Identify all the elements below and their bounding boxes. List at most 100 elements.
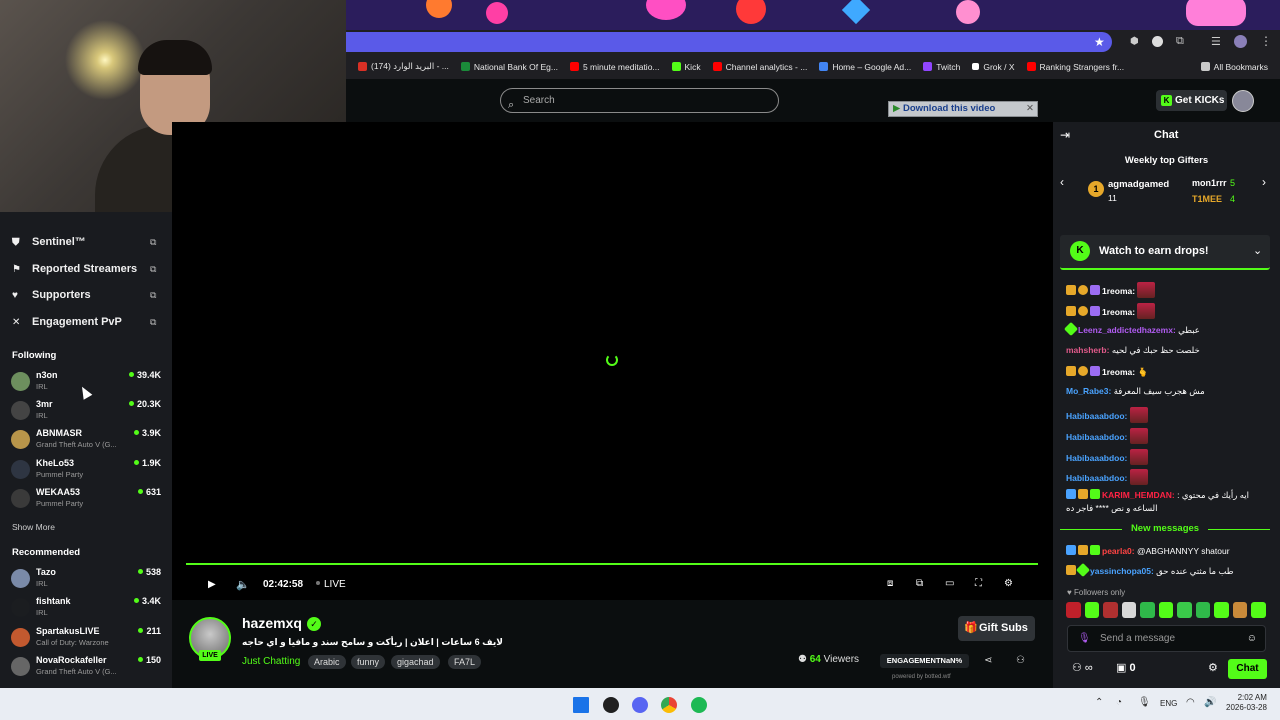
windows-start-icon[interactable]: [573, 697, 589, 713]
chat-settings-gear-icon[interactable]: ⚙: [1208, 661, 1218, 674]
bookmark-item[interactable]: Home – Google Ad...: [819, 62, 911, 72]
share-icon[interactable]: ⋖: [984, 655, 992, 666]
settings-gear-icon[interactable]: ⚙: [1004, 578, 1013, 589]
puzzle-icon[interactable]: ⧉: [1176, 35, 1184, 48]
chevron-right-icon[interactable]: ›: [1262, 175, 1266, 189]
gift-subs-button[interactable]: 🎁 Gift Subs: [958, 616, 1035, 641]
volume-icon[interactable]: 🔈: [236, 578, 250, 591]
emote-icon[interactable]: [1158, 602, 1174, 618]
following-channel[interactable]: KheLo53 Pummel Party 1.9K: [11, 458, 161, 484]
new-messages-divider[interactable]: New messages: [1060, 523, 1270, 535]
chat-username[interactable]: 1reoma:: [1102, 307, 1135, 317]
microphone-icon[interactable]: 🎙: [1138, 697, 1151, 708]
recommended-channel[interactable]: NovaRockafeller Grand Theft Auto V (G...…: [11, 655, 161, 681]
wifi-icon[interactable]: ◠: [1186, 697, 1195, 708]
tag-chip[interactable]: funny: [351, 655, 386, 669]
drops-banner[interactable]: K Watch to earn drops! ⌄: [1060, 235, 1270, 270]
chat-username[interactable]: Habibaaabdoo:: [1066, 473, 1127, 483]
chat-username[interactable]: 1reoma:: [1102, 286, 1135, 296]
tab-list-icon[interactable]: ☰: [1211, 35, 1221, 48]
chat-username[interactable]: mahsherb:: [1066, 345, 1109, 355]
app-icon[interactable]: [603, 697, 619, 713]
chat-username[interactable]: Habibaaabdoo:: [1066, 411, 1127, 421]
system-clock[interactable]: 2:02 AM 2026-03-28: [1226, 693, 1267, 713]
browser-menu-icon[interactable]: ⋮: [1260, 34, 1272, 48]
kick-points-icon[interactable]: ⚇ ∞: [1072, 661, 1093, 674]
emote-icon[interactable]: [1214, 602, 1229, 618]
chat-username[interactable]: Leenz_addictedhazemx:: [1078, 325, 1176, 335]
chat-username[interactable]: 1reoma:: [1102, 367, 1135, 377]
video-progress-bar[interactable]: [186, 563, 1038, 565]
following-channel[interactable]: 3mr IRL 20.3K: [11, 399, 161, 425]
bookmark-item[interactable]: Channel analytics - ...: [712, 62, 807, 72]
emote-icon[interactable]: [1232, 602, 1248, 618]
bookmark-item[interactable]: National Bank Of Eg...: [460, 62, 558, 72]
theater-mode-icon[interactable]: ▭: [945, 578, 954, 589]
microphone-icon[interactable]: 🎙: [1078, 626, 1091, 651]
tag-chip[interactable]: FA7L: [448, 655, 482, 669]
emote-icon[interactable]: [1103, 602, 1118, 618]
following-channel[interactable]: WEKAA53 Pummel Party 631: [11, 487, 161, 513]
sidebar-item-reported-streamers[interactable]: ⚑ Reported Streamers: [12, 263, 137, 275]
emote-icon[interactable]: [1251, 602, 1267, 618]
tag-chip[interactable]: gigachad: [391, 655, 440, 669]
fullscreen-icon[interactable]: ⛶: [975, 578, 982, 589]
stream-category-link[interactable]: Just Chatting: [242, 656, 300, 667]
tray-chevron-icon[interactable]: ⌃: [1095, 697, 1103, 708]
chat-username[interactable]: Habibaaabdoo:: [1066, 453, 1127, 463]
discord-icon[interactable]: [632, 697, 648, 713]
chat-username[interactable]: KARIM_HEMDAN:: [1102, 490, 1175, 500]
pip-icon[interactable]: ⧈: [887, 578, 893, 589]
bookmark-item[interactable]: (174) البريد الوارد - ...: [358, 61, 449, 72]
bookmark-item[interactable]: Grok / X: [972, 62, 1015, 72]
bookmark-star-icon[interactable]: ★: [1094, 35, 1105, 49]
recommended-channel[interactable]: SpartakusLIVE Call of Duty: Warzone 211: [11, 626, 161, 652]
gifter-name[interactable]: agmadgamed: [1108, 179, 1169, 190]
following-channel[interactable]: ABNMASR Grand Theft Auto V (G... 3.9K: [11, 428, 161, 454]
follow-user-icon[interactable]: ⚇: [1016, 655, 1025, 666]
chat-username[interactable]: Mo_Rabe3:: [1066, 386, 1111, 396]
volume-icon[interactable]: 🔊: [1204, 697, 1216, 708]
emote-icon[interactable]: [1195, 602, 1211, 618]
bookmark-item[interactable]: Twitch: [923, 62, 960, 72]
emoji-icon[interactable]: ☺: [1247, 626, 1257, 651]
address-bar[interactable]: [346, 32, 1112, 52]
play-button[interactable]: ▶: [208, 579, 216, 590]
chat-send-button[interactable]: Chat: [1228, 659, 1267, 679]
spotify-icon[interactable]: [691, 697, 707, 713]
gifter-name[interactable]: T1MEE: [1192, 194, 1222, 204]
get-kicks-button[interactable]: K Get KICKs: [1156, 90, 1227, 111]
user-avatar[interactable]: [1232, 90, 1254, 112]
chevron-down-icon[interactable]: ⌄: [1253, 244, 1262, 257]
chat-message-input[interactable]: 🎙 Send a message ☺: [1067, 625, 1266, 652]
emote-icon[interactable]: [1066, 602, 1081, 618]
emote-icon[interactable]: [1140, 602, 1155, 618]
language-indicator[interactable]: ENG: [1160, 699, 1177, 708]
streamer-name[interactable]: hazemxq: [242, 615, 302, 631]
emote-icon[interactable]: [1121, 602, 1137, 618]
recommended-channel[interactable]: fishtank IRL 3.4K: [11, 596, 161, 622]
browser-profile-icon[interactable]: [1234, 35, 1247, 48]
sidebar-item-engagement-pvp[interactable]: ✕ Engagement PvP: [12, 316, 122, 328]
extensions-icon[interactable]: ⬢: [1130, 36, 1139, 47]
sidebar-item-supporters[interactable]: ♥ Supporters: [12, 289, 91, 301]
chat-username[interactable]: yassinchopa05:: [1090, 566, 1154, 576]
bookmark-item[interactable]: 5 minute meditatio...: [569, 62, 660, 72]
emote-icon[interactable]: [1177, 602, 1192, 618]
tag-chip[interactable]: Arabic: [308, 655, 346, 669]
close-icon[interactable]: ✕: [1026, 102, 1034, 116]
network-icon[interactable]: ◔: [1116, 697, 1122, 708]
download-video-button[interactable]: ▶ Download this video ✕: [888, 101, 1038, 117]
profile-dot-icon[interactable]: [1152, 36, 1163, 47]
all-bookmarks[interactable]: All Bookmarks: [1200, 62, 1268, 72]
chat-username[interactable]: pearla0:: [1102, 546, 1135, 556]
chrome-icon[interactable]: [661, 697, 677, 713]
search-input[interactable]: ⌕ Search: [500, 88, 779, 113]
gifter-name[interactable]: mon1rrr: [1192, 178, 1227, 188]
collapse-chat-icon[interactable]: ⇥: [1060, 128, 1070, 142]
clip-icon[interactable]: ⧉: [916, 578, 923, 589]
sidebar-item-sentinel[interactable]: ⛊ Sentinel™: [12, 236, 86, 248]
recommended-channel[interactable]: Tazo IRL 538: [11, 567, 161, 593]
bookmark-item[interactable]: Ranking Strangers fr...: [1026, 62, 1124, 72]
chevron-left-icon[interactable]: ‹: [1060, 175, 1064, 189]
